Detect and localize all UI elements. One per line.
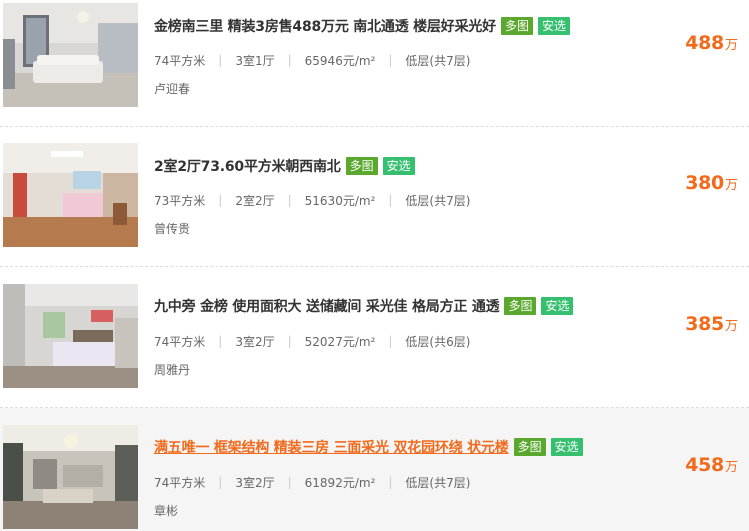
listing-title[interactable]: 九中旁 金榜 使用面积大 送储藏间 采光佳 格局方正 通透 (154, 296, 500, 316)
multi-photo-badge: 多图 (345, 157, 378, 175)
listing-unit-price: 65946元/m² (304, 53, 376, 68)
listing-info: 74平方米 | 3室2厅 | 61892元/m² | 低层(共7层) (154, 474, 470, 490)
listing-title[interactable]: 金榜南三里 精装3房售488万元 南北通透 楼层好采光好 (154, 16, 496, 36)
safe-choice-badge: 安选 (382, 157, 415, 175)
listing-title-row: 九中旁 金榜 使用面积大 送储藏间 采光佳 格局方正 通透 多图 安选 (154, 296, 574, 316)
listing-agent: 章彬 (154, 504, 179, 518)
listing-photo[interactable] (3, 425, 138, 529)
bedroom-photo (3, 284, 138, 388)
listing-item[interactable]: 九中旁 金榜 使用面积大 送储藏间 采光佳 格局方正 通透 多图 安选 74平方… (0, 267, 749, 408)
price-value: 385 (685, 313, 724, 335)
listing-item[interactable]: 满五唯一 框架结构 精装三房 三面采光 双花园环绕 状元楼 多图 安选 74平方… (0, 408, 749, 531)
listing-agent: 曾传贵 (154, 222, 191, 236)
living-room-photo (3, 3, 138, 107)
living-room-photo (3, 425, 138, 529)
safe-choice-badge: 安选 (538, 17, 571, 35)
listing-agent: 卢迎春 (154, 82, 191, 96)
safe-choice-badge: 安选 (541, 297, 574, 315)
listing-layout: 3室2厅 (235, 475, 275, 490)
bedroom-photo (3, 143, 138, 247)
listing-info: 74平方米 | 3室2厅 | 52027元/m² | 低层(共6层) (154, 333, 470, 349)
separator: | (218, 53, 223, 67)
listing-unit-price: 61892元/m² (304, 475, 376, 490)
listing-price: 458 万 (685, 454, 738, 478)
separator: | (287, 475, 292, 489)
listing-photo[interactable] (3, 3, 138, 107)
price-value: 380 (685, 172, 724, 194)
price-unit: 万 (724, 178, 738, 193)
multi-photo-badge: 多图 (501, 17, 534, 35)
separator: | (218, 475, 223, 489)
price-unit: 万 (724, 38, 738, 53)
listing-info: 74平方米 | 3室1厅 | 65946元/m² | 低层(共7层) (154, 52, 470, 68)
separator: | (287, 53, 292, 67)
listing-title-row: 2室2厅73.60平方米朝西南北 多图 安选 (154, 156, 415, 176)
separator: | (287, 334, 292, 348)
listing-layout: 3室2厅 (235, 334, 275, 349)
listing-layout: 2室2厅 (235, 193, 275, 208)
listing-area: 74平方米 (154, 475, 206, 490)
listing-floor: 低层(共6层) (405, 334, 471, 349)
listing-item[interactable]: 金榜南三里 精装3房售488万元 南北通透 楼层好采光好 多图 安选 74平方米… (0, 0, 749, 125)
listing-title[interactable]: 满五唯一 框架结构 精装三房 三面采光 双花园环绕 状元楼 (154, 437, 509, 457)
price-value: 458 (685, 454, 724, 476)
separator: | (388, 334, 393, 348)
separator: | (287, 193, 292, 207)
listing-price: 385 万 (685, 313, 738, 337)
listing-list: 金榜南三里 精装3房售488万元 南北通透 楼层好采光好 多图 安选 74平方米… (0, 0, 749, 531)
multi-photo-badge: 多图 (513, 438, 546, 456)
listing-floor: 低层(共7层) (405, 53, 471, 68)
listing-area: 73平方米 (154, 193, 206, 208)
listing-unit-price: 52027元/m² (304, 334, 376, 349)
price-unit: 万 (724, 319, 738, 334)
listing-agent: 周雅丹 (154, 363, 191, 377)
listing-title-row: 金榜南三里 精装3房售488万元 南北通透 楼层好采光好 多图 安选 (154, 16, 571, 36)
listing-title[interactable]: 2室2厅73.60平方米朝西南北 (154, 156, 341, 176)
multi-photo-badge: 多图 (504, 297, 537, 315)
price-unit: 万 (724, 460, 738, 475)
separator: | (388, 53, 393, 67)
listing-photo[interactable] (3, 284, 138, 388)
listing-price: 488 万 (685, 32, 738, 56)
separator: | (218, 334, 223, 348)
listing-area: 74平方米 (154, 53, 206, 68)
listing-info: 73平方米 | 2室2厅 | 51630元/m² | 低层(共7层) (154, 192, 470, 208)
separator: | (388, 193, 393, 207)
listing-floor: 低层(共7层) (405, 475, 471, 490)
separator: | (388, 475, 393, 489)
safe-choice-badge: 安选 (550, 438, 583, 456)
listing-area: 74平方米 (154, 334, 206, 349)
listing-price: 380 万 (685, 172, 738, 196)
listing-layout: 3室1厅 (235, 53, 275, 68)
listing-unit-price: 51630元/m² (304, 193, 376, 208)
listing-photo[interactable] (3, 143, 138, 247)
listing-floor: 低层(共7层) (405, 193, 471, 208)
separator: | (218, 193, 223, 207)
price-value: 488 (685, 32, 724, 54)
listing-title-row: 满五唯一 框架结构 精装三房 三面采光 双花园环绕 状元楼 多图 安选 (154, 437, 583, 457)
listing-item[interactable]: 2室2厅73.60平方米朝西南北 多图 安选 73平方米 | 2室2厅 | 51… (0, 127, 749, 268)
